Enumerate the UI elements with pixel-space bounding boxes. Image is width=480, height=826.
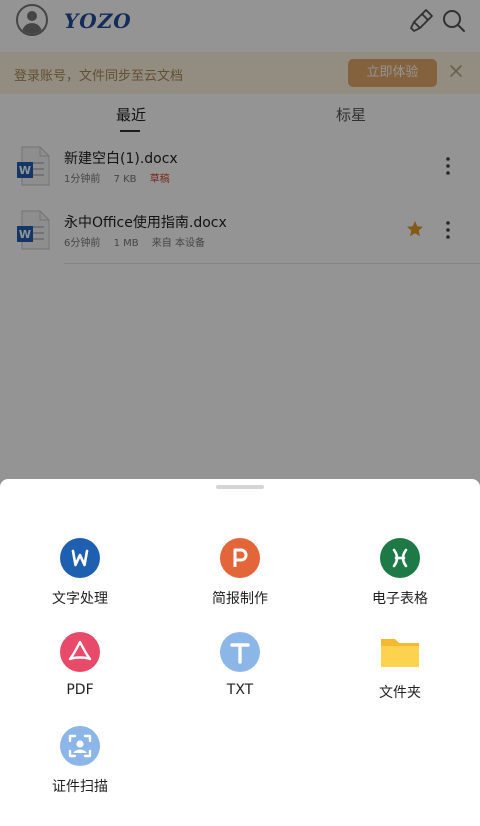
app-background: YOZO 登录账号，文件同步至云文档 立即体验 最近 标星 W 新建空白(1).… — [0, 0, 480, 826]
create-pdf-tile[interactable]: PDF — [20, 632, 140, 712]
spreadsheet-icon — [380, 538, 420, 578]
folder-icon — [381, 639, 419, 667]
presentation-icon — [220, 538, 260, 578]
tile-label: 电子表格 — [372, 591, 428, 607]
tile-label: 文字处理 — [52, 591, 108, 607]
tile-label: 简报制作 — [212, 591, 268, 607]
create-presentation-tile[interactable]: 简报制作 — [180, 538, 300, 618]
pdf-icon — [60, 632, 100, 672]
tile-label: 文件夹 — [379, 685, 421, 701]
create-spreadsheet-tile[interactable]: 电子表格 — [340, 538, 460, 618]
create-txt-tile[interactable]: TXT — [180, 632, 300, 712]
create-word-tile[interactable]: 文字处理 — [20, 538, 140, 618]
word-processor-icon — [60, 538, 100, 578]
tile-label: TXT — [226, 682, 254, 698]
tile-label: PDF — [66, 682, 94, 698]
id-scan-icon — [60, 726, 100, 766]
create-folder-tile[interactable]: 文件夹 — [340, 632, 460, 712]
txt-icon — [220, 632, 260, 672]
tile-label: 证件扫描 — [52, 779, 108, 795]
create-new-sheet: 文字处理 简报制作 电子表格 PDF TXT 文件夹 证件扫描 — [0, 479, 480, 826]
sheet-drag-handle[interactable] — [216, 485, 264, 489]
id-scan-tile[interactable]: 证件扫描 — [20, 726, 140, 806]
